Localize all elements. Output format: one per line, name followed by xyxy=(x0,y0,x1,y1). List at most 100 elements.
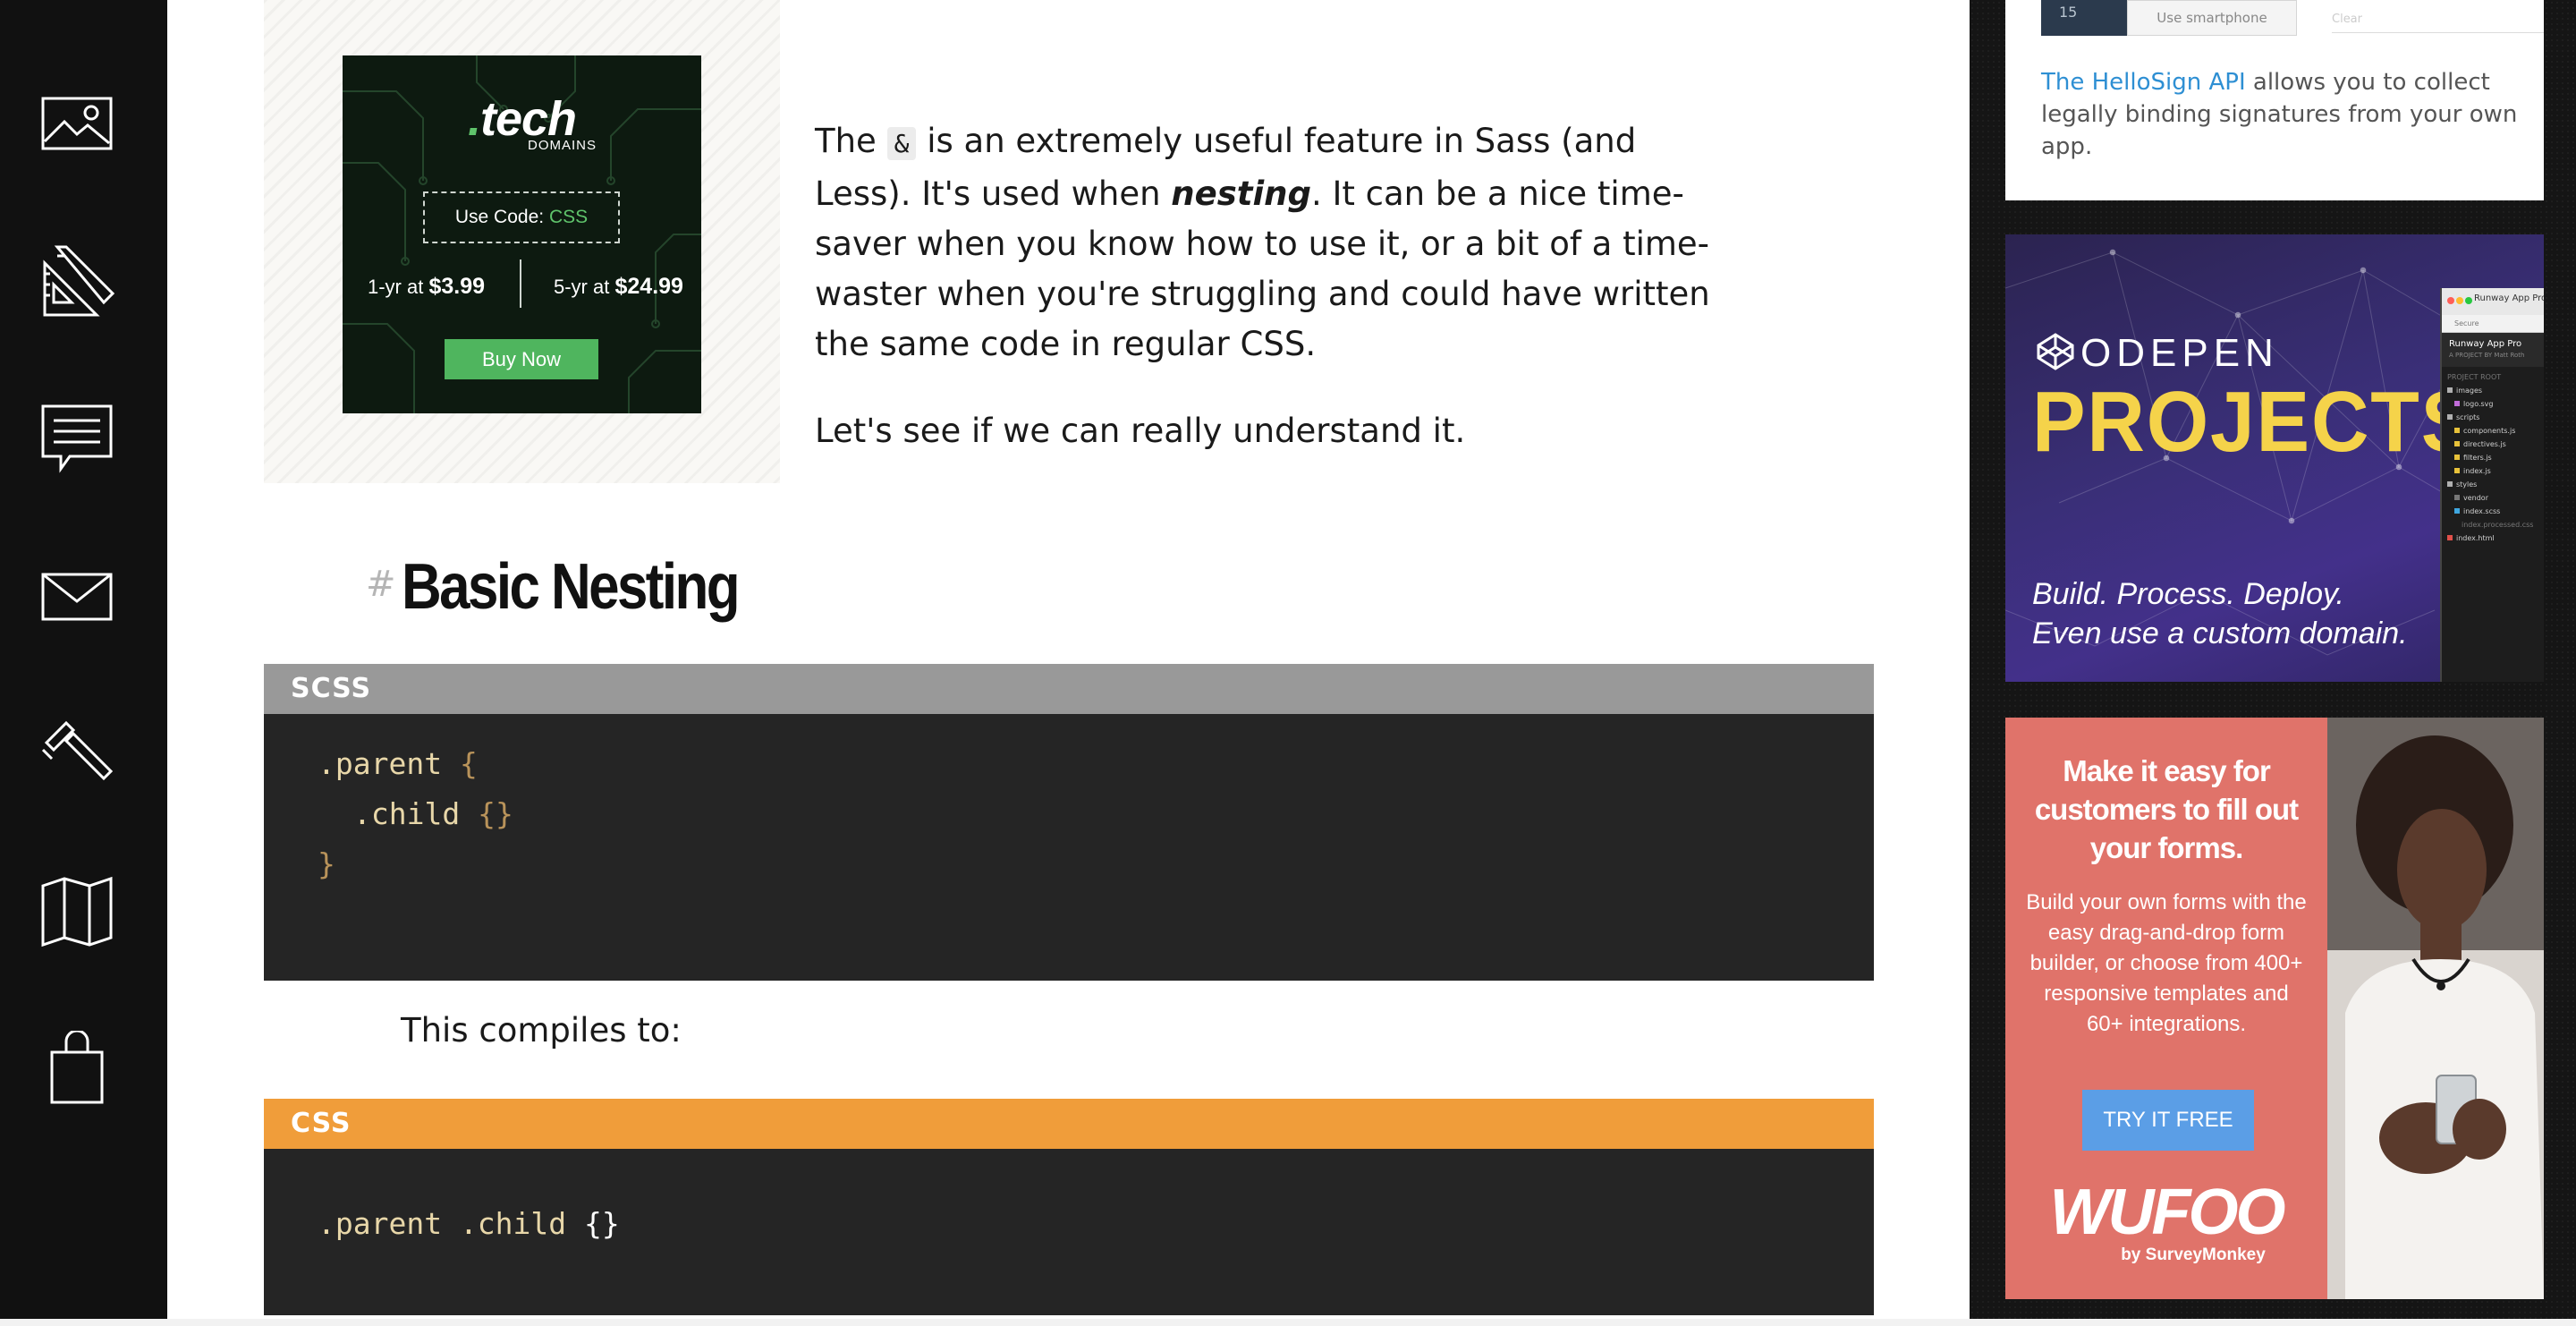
file-tree-item: index.processed.css xyxy=(2447,518,2544,531)
intro-paragraph: The & is an extremely useful feature in … xyxy=(815,116,1718,405)
window-maximize-icon xyxy=(2465,297,2472,304)
code-brace: {} xyxy=(584,1206,620,1241)
file-tree-item: images xyxy=(2447,384,2544,397)
phone-number-field[interactable]: 15 xyxy=(2041,0,2127,36)
tech-domains-ad[interactable]: .tech DOMAINS Use Code: CSS 1-yr at $3.9… xyxy=(343,55,701,413)
right-sidebar: 15 Use smartphone Clear The HelloSign AP… xyxy=(1970,0,2576,1326)
intro-text-1: The xyxy=(815,122,887,160)
tech-subtitle: DOMAINS xyxy=(527,138,597,153)
file-tree-label: PROJECT ROOT xyxy=(2447,373,2502,381)
hellosign-phone-widget: 15 Use smartphone Clear xyxy=(2041,0,2544,36)
try-it-free-button[interactable]: TRY IT FREE xyxy=(2082,1090,2254,1151)
file-icon xyxy=(2454,455,2460,460)
buy-now-button[interactable]: Buy Now xyxy=(445,339,598,379)
wufoo-headline: Make it easy for customers to fill out y… xyxy=(2034,754,2299,864)
scss-code-block: SCSS .parent { .child {} } xyxy=(264,664,1874,981)
code-line: .parent { xyxy=(318,739,1874,789)
file-icon xyxy=(2454,401,2460,406)
file-name: directives.js xyxy=(2463,440,2506,448)
file-name: index.processed.css xyxy=(2462,521,2534,529)
file-name: scripts xyxy=(2456,413,2480,421)
file-name: filters.js xyxy=(2463,454,2492,462)
article-main: .tech DOMAINS Use Code: CSS 1-yr at $3.9… xyxy=(167,0,1970,1326)
price-5yr: 5-yr at $24.99 xyxy=(554,274,683,300)
ad-container: .tech DOMAINS Use Code: CSS 1-yr at $3.9… xyxy=(264,0,780,483)
promo-code-value: CSS xyxy=(548,207,589,227)
window-close-icon xyxy=(2447,297,2454,304)
file-name: components.js xyxy=(2463,427,2516,435)
project-header: Runway App Pro A PROJECT BY Matt Roth xyxy=(2442,333,2544,367)
css-code-body: .parent .child {} xyxy=(264,1149,1874,1249)
use-smartphone-button[interactable]: Use smartphone xyxy=(2127,0,2297,36)
hammer-icon[interactable] xyxy=(39,716,114,791)
codepen-headline: PROJECTS xyxy=(2032,374,2477,470)
price-1yr: 1-yr at $3.99 xyxy=(368,274,485,300)
folder-icon xyxy=(2454,495,2460,500)
file-icon xyxy=(2454,441,2460,446)
folder-icon xyxy=(2447,481,2453,487)
price-divider xyxy=(520,259,521,308)
code-brace: { xyxy=(459,746,478,781)
shopping-bag-icon[interactable] xyxy=(39,1031,114,1106)
wufoo-byline: by SurveyMonkey xyxy=(2121,1245,2266,1264)
codepen-cube-icon xyxy=(2037,333,2074,370)
file-name: images xyxy=(2456,387,2483,395)
folder-icon xyxy=(2447,414,2453,420)
code-selector: .child xyxy=(353,796,461,831)
ampersand-code: & xyxy=(886,127,917,160)
file-name: logo.svg xyxy=(2463,400,2494,408)
css-code-block: CSS .parent .child {} xyxy=(264,1099,1874,1315)
codepen-editor-window: Runway App Pro Secure Runway App Pro A P… xyxy=(2440,288,2544,682)
file-name: index.html xyxy=(2456,534,2495,542)
file-icon xyxy=(2454,468,2460,473)
window-titlebar: Runway App Pro xyxy=(2442,288,2544,315)
design-tools-icon[interactable] xyxy=(39,243,114,319)
heading-anchor-link[interactable]: # xyxy=(366,564,396,605)
file-icon xyxy=(2454,428,2460,433)
window-url-bar: Secure xyxy=(2442,315,2544,333)
file-tree-item: directives.js xyxy=(2447,438,2544,451)
codepen-projects-ad[interactable]: ODEPEN PROJECTS Build. Process. Deploy. … xyxy=(2005,234,2544,682)
codepen-logo-text: ODEPEN xyxy=(2080,331,2279,375)
file-tree-item: vendor xyxy=(2447,491,2544,505)
code-brace: {} xyxy=(478,796,513,831)
price-1yr-value: $3.99 xyxy=(428,274,486,299)
code-selector: .parent xyxy=(318,746,443,781)
code-line: } xyxy=(318,839,1874,889)
bottom-scroll-edge xyxy=(0,1319,2576,1326)
file-name: index.js xyxy=(2463,467,2491,475)
file-tree-item: styles xyxy=(2447,478,2544,491)
hellosign-api-link[interactable]: The HelloSign API xyxy=(2041,69,2246,96)
folder-icon xyxy=(2447,387,2453,393)
window-title: Runway App Pro xyxy=(2474,293,2544,303)
hellosign-description: The HelloSign API allows you to collect … xyxy=(2041,66,2524,163)
price-5yr-value: $24.99 xyxy=(614,274,683,299)
intro-paragraph-2: Let's see if we can really understand it… xyxy=(815,412,1466,450)
file-tree-item: index.scss xyxy=(2447,505,2544,518)
mail-icon[interactable] xyxy=(39,558,114,633)
promo-code-label: Use Code: xyxy=(454,207,545,227)
codepen-tagline: Build. Process. Deploy. Even use a custo… xyxy=(2032,574,2408,653)
file-tree-item: filters.js xyxy=(2447,451,2544,464)
wufoo-ad[interactable]: Make it easy for customers to fill out y… xyxy=(2005,718,2544,1299)
file-tree-item: components.js xyxy=(2447,424,2544,438)
file-tree-item: logo.svg xyxy=(2447,397,2544,411)
intro-emphasis: nesting xyxy=(1171,174,1311,213)
left-nav xyxy=(0,0,167,1326)
css-code-header: CSS xyxy=(264,1099,1874,1149)
file-tree-item: index.html xyxy=(2447,531,2544,545)
map-icon[interactable] xyxy=(39,873,114,948)
file-tree-item: index.js xyxy=(2447,464,2544,478)
code-line: .child {} xyxy=(318,789,1874,839)
file-name: index.scss xyxy=(2463,507,2501,515)
window-minimize-icon xyxy=(2456,297,2463,304)
code-brace: } xyxy=(318,846,335,881)
wufoo-logo: WUFOO xyxy=(2049,1177,2286,1248)
clear-link[interactable]: Clear xyxy=(2332,13,2362,26)
hellosign-card: 15 Use smartphone Clear The HelloSign AP… xyxy=(2005,0,2544,200)
file-name: vendor xyxy=(2463,494,2488,502)
image-icon[interactable] xyxy=(39,86,114,161)
file-name: styles xyxy=(2456,480,2478,489)
chat-icon[interactable] xyxy=(39,401,114,476)
code-selector: .parent .child xyxy=(318,1206,567,1241)
